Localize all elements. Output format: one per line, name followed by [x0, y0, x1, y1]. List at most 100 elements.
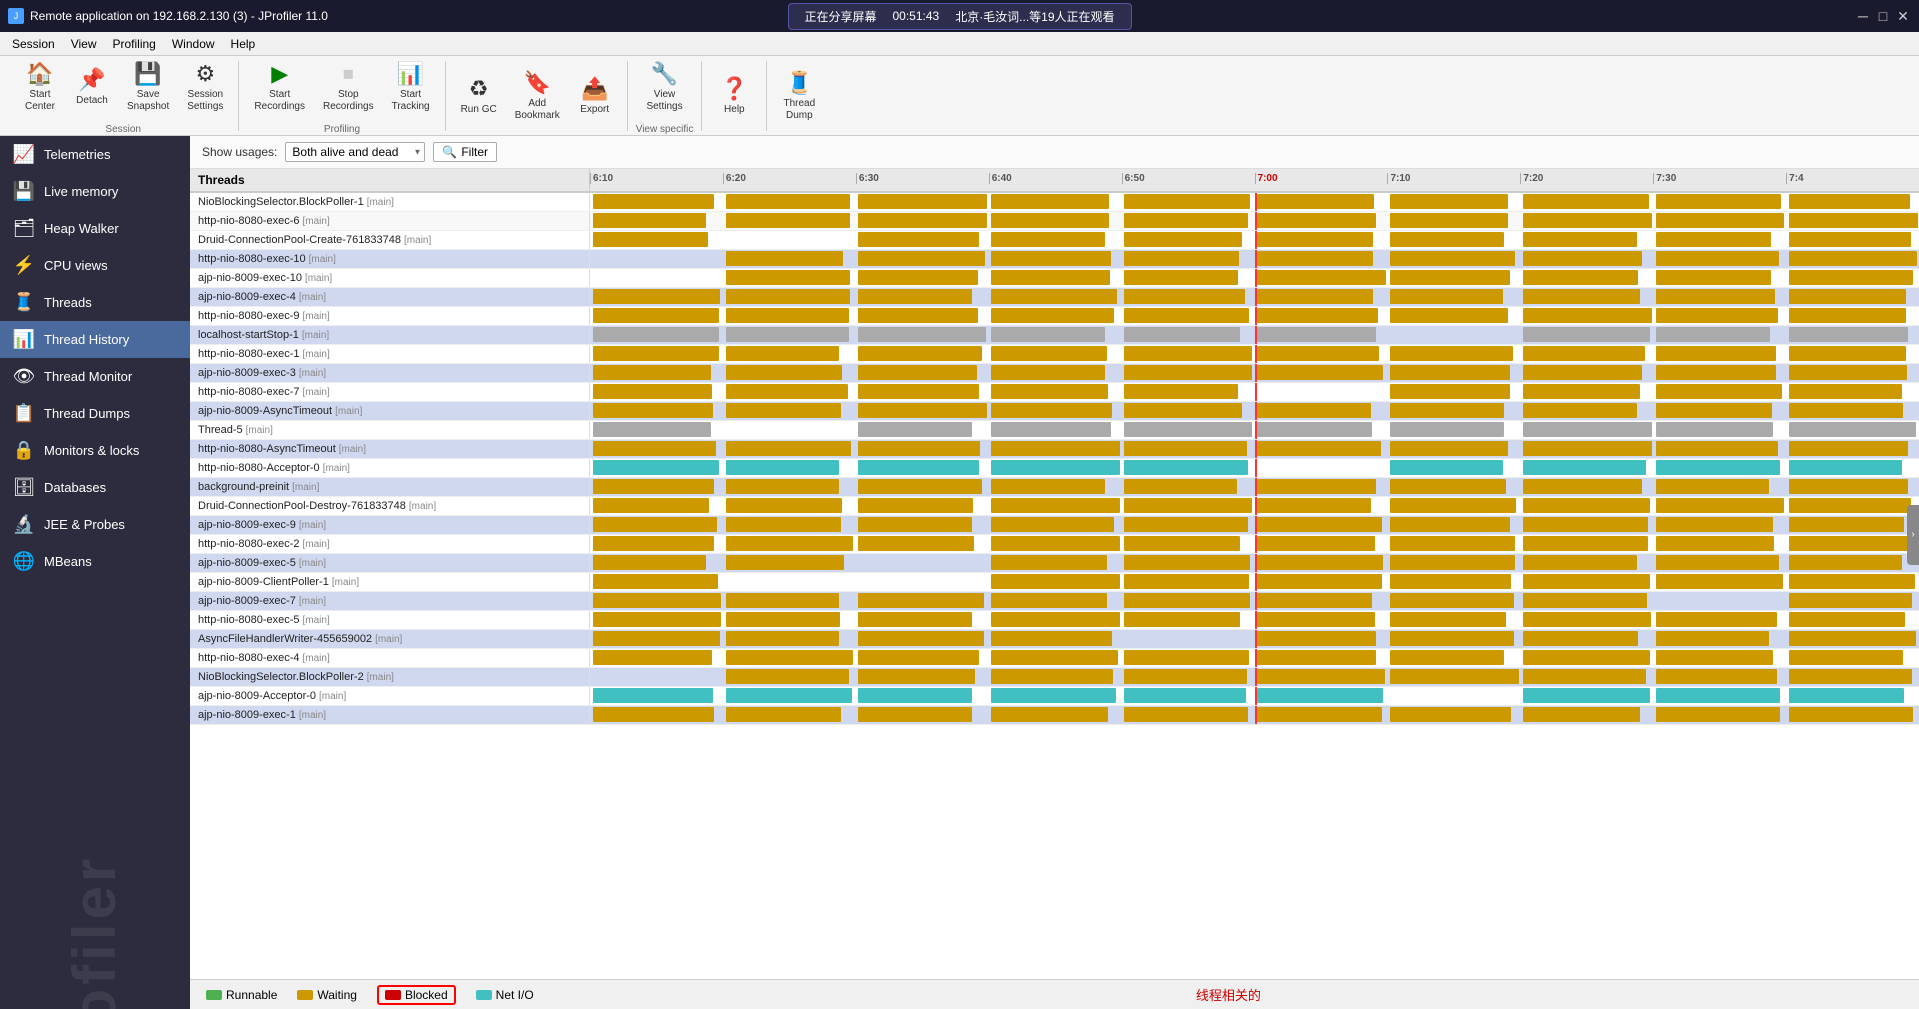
- time-marker: [1255, 288, 1257, 306]
- menu-profiling[interactable]: Profiling: [105, 35, 164, 53]
- timeline-bar: [1656, 384, 1782, 399]
- help-button[interactable]: ❓ Help: [710, 71, 758, 121]
- table-row[interactable]: http-nio-8080-exec-7 [main]: [190, 383, 1919, 402]
- timeline-bar: [1523, 232, 1637, 247]
- thread-name-text: ajp-nio-8009-exec-9: [198, 519, 296, 531]
- timeline-bar: [1656, 327, 1770, 342]
- table-row[interactable]: http-nio-8080-exec-6 [main]: [190, 212, 1919, 231]
- menu-session[interactable]: Session: [4, 35, 63, 53]
- timeline-bar: [991, 422, 1111, 437]
- timeline-bar: [858, 498, 972, 513]
- view-settings-button[interactable]: 🔧 ViewSettings: [639, 56, 689, 118]
- table-row[interactable]: http-nio-8080-exec-10 [main]: [190, 250, 1919, 269]
- maximize-button[interactable]: □: [1875, 8, 1891, 24]
- table-row[interactable]: Druid-ConnectionPool-Destroy-761833748 […: [190, 497, 1919, 516]
- table-row[interactable]: ajp-nio-8009-ClientPoller-1 [main]: [190, 573, 1919, 592]
- thread-group-text: [main]: [303, 311, 330, 322]
- table-row[interactable]: ajp-nio-8009-AsyncTimeout [main]: [190, 402, 1919, 421]
- sidebar-item-thread-dumps[interactable]: 📋 Thread Dumps: [0, 395, 190, 432]
- start-center-button[interactable]: 🏠 StartCenter: [16, 56, 64, 118]
- detach-button[interactable]: 📌 Detach: [68, 62, 116, 112]
- table-row[interactable]: http-nio-8080-exec-5 [main]: [190, 611, 1919, 630]
- sidebar-item-cpu-views[interactable]: ⚡ CPU views: [0, 247, 190, 284]
- table-row[interactable]: ajp-nio-8009-exec-3 [main]: [190, 364, 1919, 383]
- table-row[interactable]: ajp-nio-8009-exec-4 [main]: [190, 288, 1919, 307]
- timeline-bar: [1257, 574, 1382, 589]
- menu-window[interactable]: Window: [164, 35, 223, 53]
- timeline-bar: [1257, 308, 1377, 323]
- table-row[interactable]: ajp-nio-8009-Acceptor-0 [main]: [190, 687, 1919, 706]
- timeline-bar: [1656, 669, 1777, 684]
- timeline-bar: [593, 536, 714, 551]
- timeline-bar: [991, 270, 1110, 285]
- thread-group-text: [main]: [332, 577, 359, 588]
- filter-button[interactable]: 🔍 Filter: [433, 142, 497, 162]
- timeline-bar: [1257, 631, 1376, 646]
- timeline-bar: [593, 517, 718, 532]
- time-marker: [1255, 269, 1257, 287]
- minimize-button[interactable]: ─: [1855, 8, 1871, 24]
- start-recordings-button[interactable]: ▶ StartRecordings: [247, 56, 312, 118]
- table-row[interactable]: ajp-nio-8009-exec-10 [main]: [190, 269, 1919, 288]
- timeline-bar: [991, 593, 1107, 608]
- table-row[interactable]: http-nio-8080-AsyncTimeout [main]: [190, 440, 1919, 459]
- export-button[interactable]: 📤 Export: [571, 71, 619, 121]
- timeline-bar: [1789, 460, 1903, 475]
- save-snapshot-button[interactable]: 💾 SaveSnapshot: [120, 56, 176, 118]
- tick-7: 7:20: [1520, 173, 1653, 184]
- timeline-bar: [726, 517, 842, 532]
- usages-dropdown[interactable]: Both alive and dead Alive only Dead only: [285, 142, 425, 162]
- timeline-bar: [1124, 213, 1248, 228]
- stop-recordings-button[interactable]: ⏹ StopRecordings: [316, 56, 381, 118]
- sidebar-item-telemetries[interactable]: 📈 Telemetries: [0, 136, 190, 173]
- table-row[interactable]: http-nio-8080-exec-9 [main]: [190, 307, 1919, 326]
- menu-help[interactable]: Help: [223, 35, 264, 53]
- table-row[interactable]: background-preinit [main]: [190, 478, 1919, 497]
- table-row[interactable]: ajp-nio-8009-exec-5 [main]: [190, 554, 1919, 573]
- sidebar-item-jee-probes[interactable]: 🔬 JEE & Probes: [0, 506, 190, 543]
- sidebar-item-heap-walker[interactable]: 🗂 Heap Walker: [0, 210, 190, 247]
- start-tracking-button[interactable]: 📊 StartTracking: [385, 56, 437, 118]
- sidebar-item-thread-history[interactable]: 📊 Thread History: [0, 321, 190, 358]
- titlebar-title: Remote application on 192.168.2.130 (3) …: [30, 9, 328, 23]
- table-row[interactable]: Druid-ConnectionPool-Create-761833748 [m…: [190, 231, 1919, 250]
- timeline-bar: [1656, 650, 1773, 665]
- sidebar-item-thread-monitor[interactable]: 👁 Thread Monitor: [0, 358, 190, 395]
- run-gc-button[interactable]: ♻ Run GC: [454, 71, 504, 121]
- sidebar-item-live-memory[interactable]: 💾 Live memory: [0, 173, 190, 210]
- time-marker: [1255, 478, 1257, 496]
- timeline-bar: [1124, 517, 1247, 532]
- thread-group-text: [main]: [299, 558, 326, 569]
- sidebar-item-mbeans[interactable]: 🌐 MBeans: [0, 543, 190, 580]
- timeline-bar: [1523, 517, 1648, 532]
- table-row[interactable]: ajp-nio-8009-exec-1 [main]: [190, 706, 1919, 725]
- table-row[interactable]: Thread-5 [main]: [190, 421, 1919, 440]
- timeline-bar: [858, 251, 984, 266]
- close-button[interactable]: ✕: [1895, 8, 1911, 24]
- timeline-bar: [1257, 251, 1373, 266]
- session-group-label: Session: [105, 124, 141, 135]
- table-row[interactable]: NioBlockingSelector.BlockPoller-1 [main]: [190, 193, 1919, 212]
- timeline-bar: [593, 707, 714, 722]
- sidebar-item-threads[interactable]: 🧵 Threads: [0, 284, 190, 321]
- sidebar-item-monitors-locks[interactable]: 🔒 Monitors & locks: [0, 432, 190, 469]
- table-row[interactable]: NioBlockingSelector.BlockPoller-2 [main]: [190, 668, 1919, 687]
- table-row[interactable]: localhost-startStop-1 [main]: [190, 326, 1919, 345]
- sidebar-item-databases[interactable]: 🗄 Databases: [0, 469, 190, 506]
- table-row[interactable]: http-nio-8080-Acceptor-0 [main]: [190, 459, 1919, 478]
- thread-dump-button[interactable]: 🧵 ThreadDump: [775, 65, 823, 127]
- table-row[interactable]: http-nio-8080-exec-2 [main]: [190, 535, 1919, 554]
- session-settings-button[interactable]: ⚙ SessionSettings: [180, 56, 230, 118]
- table-row[interactable]: AsyncFileHandlerWriter-455659002 [main]: [190, 630, 1919, 649]
- menu-view[interactable]: View: [63, 35, 105, 53]
- timeline-bar: [1523, 650, 1650, 665]
- table-row[interactable]: http-nio-8080-exec-4 [main]: [190, 649, 1919, 668]
- table-row[interactable]: ajp-nio-8009-exec-9 [main]: [190, 516, 1919, 535]
- table-row[interactable]: http-nio-8080-exec-1 [main]: [190, 345, 1919, 364]
- add-bookmark-button[interactable]: 🔖 AddBookmark: [508, 65, 567, 127]
- table-row[interactable]: ajp-nio-8009-exec-7 [main]: [190, 592, 1919, 611]
- timeline-bar: [726, 441, 851, 456]
- help-label: Help: [724, 104, 745, 116]
- right-edge-tab[interactable]: ›: [1907, 505, 1919, 565]
- timeline-bar: [1523, 612, 1651, 627]
